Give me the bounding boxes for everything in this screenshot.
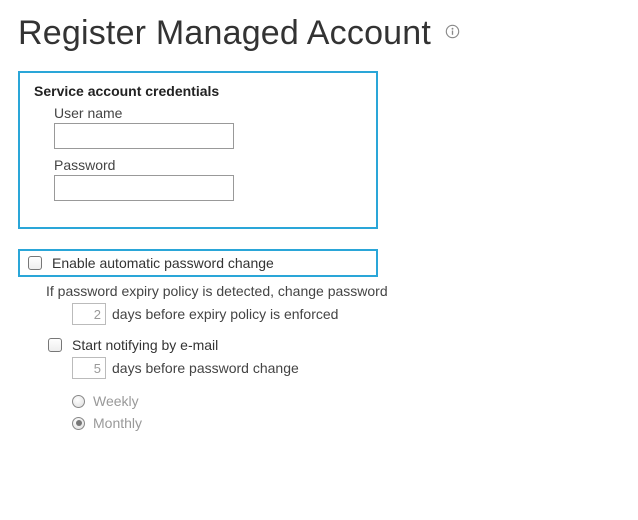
enable-auto-password-label: Enable automatic password change	[52, 255, 274, 271]
notify-email-label: Start notifying by e-mail	[72, 337, 218, 353]
days-before-expiry-input[interactable]	[72, 303, 106, 325]
password-input[interactable]	[54, 175, 234, 201]
schedule-weekly-label: Weekly	[93, 393, 139, 409]
radio-weekly[interactable]	[72, 395, 85, 408]
enable-auto-password-checkbox[interactable]	[28, 256, 42, 270]
password-label: Password	[54, 157, 362, 173]
schedule-monthly-row[interactable]: Monthly	[72, 415, 620, 431]
radio-monthly[interactable]	[72, 417, 85, 430]
username-input[interactable]	[54, 123, 234, 149]
auto-password-options: If password expiry policy is detected, c…	[46, 283, 620, 431]
days-before-change-input[interactable]	[72, 357, 106, 379]
page-title: Register Managed Account	[18, 14, 620, 53]
info-icon[interactable]	[445, 24, 460, 39]
page-title-text: Register Managed Account	[18, 14, 431, 52]
credentials-section-title: Service account credentials	[34, 83, 362, 99]
schedule-weekly-row[interactable]: Weekly	[72, 393, 620, 409]
schedule-group: Weekly Monthly	[72, 393, 620, 431]
enable-auto-password-row: Enable automatic password change	[18, 249, 378, 277]
notify-row: Start notifying by e-mail	[48, 337, 620, 353]
notify-line-2: days before password change	[112, 360, 299, 376]
credentials-section: Service account credentials User name Pa…	[18, 71, 378, 229]
expiry-line-2: days before expiry policy is enforced	[112, 306, 338, 322]
schedule-monthly-label: Monthly	[93, 415, 142, 431]
username-label: User name	[54, 105, 362, 121]
username-field-block: User name	[54, 105, 362, 149]
notify-email-checkbox[interactable]	[48, 338, 62, 352]
expiry-line-1: If password expiry policy is detected, c…	[46, 283, 620, 299]
notify-days-row: days before password change	[72, 357, 620, 379]
password-field-block: Password	[54, 157, 362, 201]
expiry-days-row: days before expiry policy is enforced	[72, 303, 620, 325]
